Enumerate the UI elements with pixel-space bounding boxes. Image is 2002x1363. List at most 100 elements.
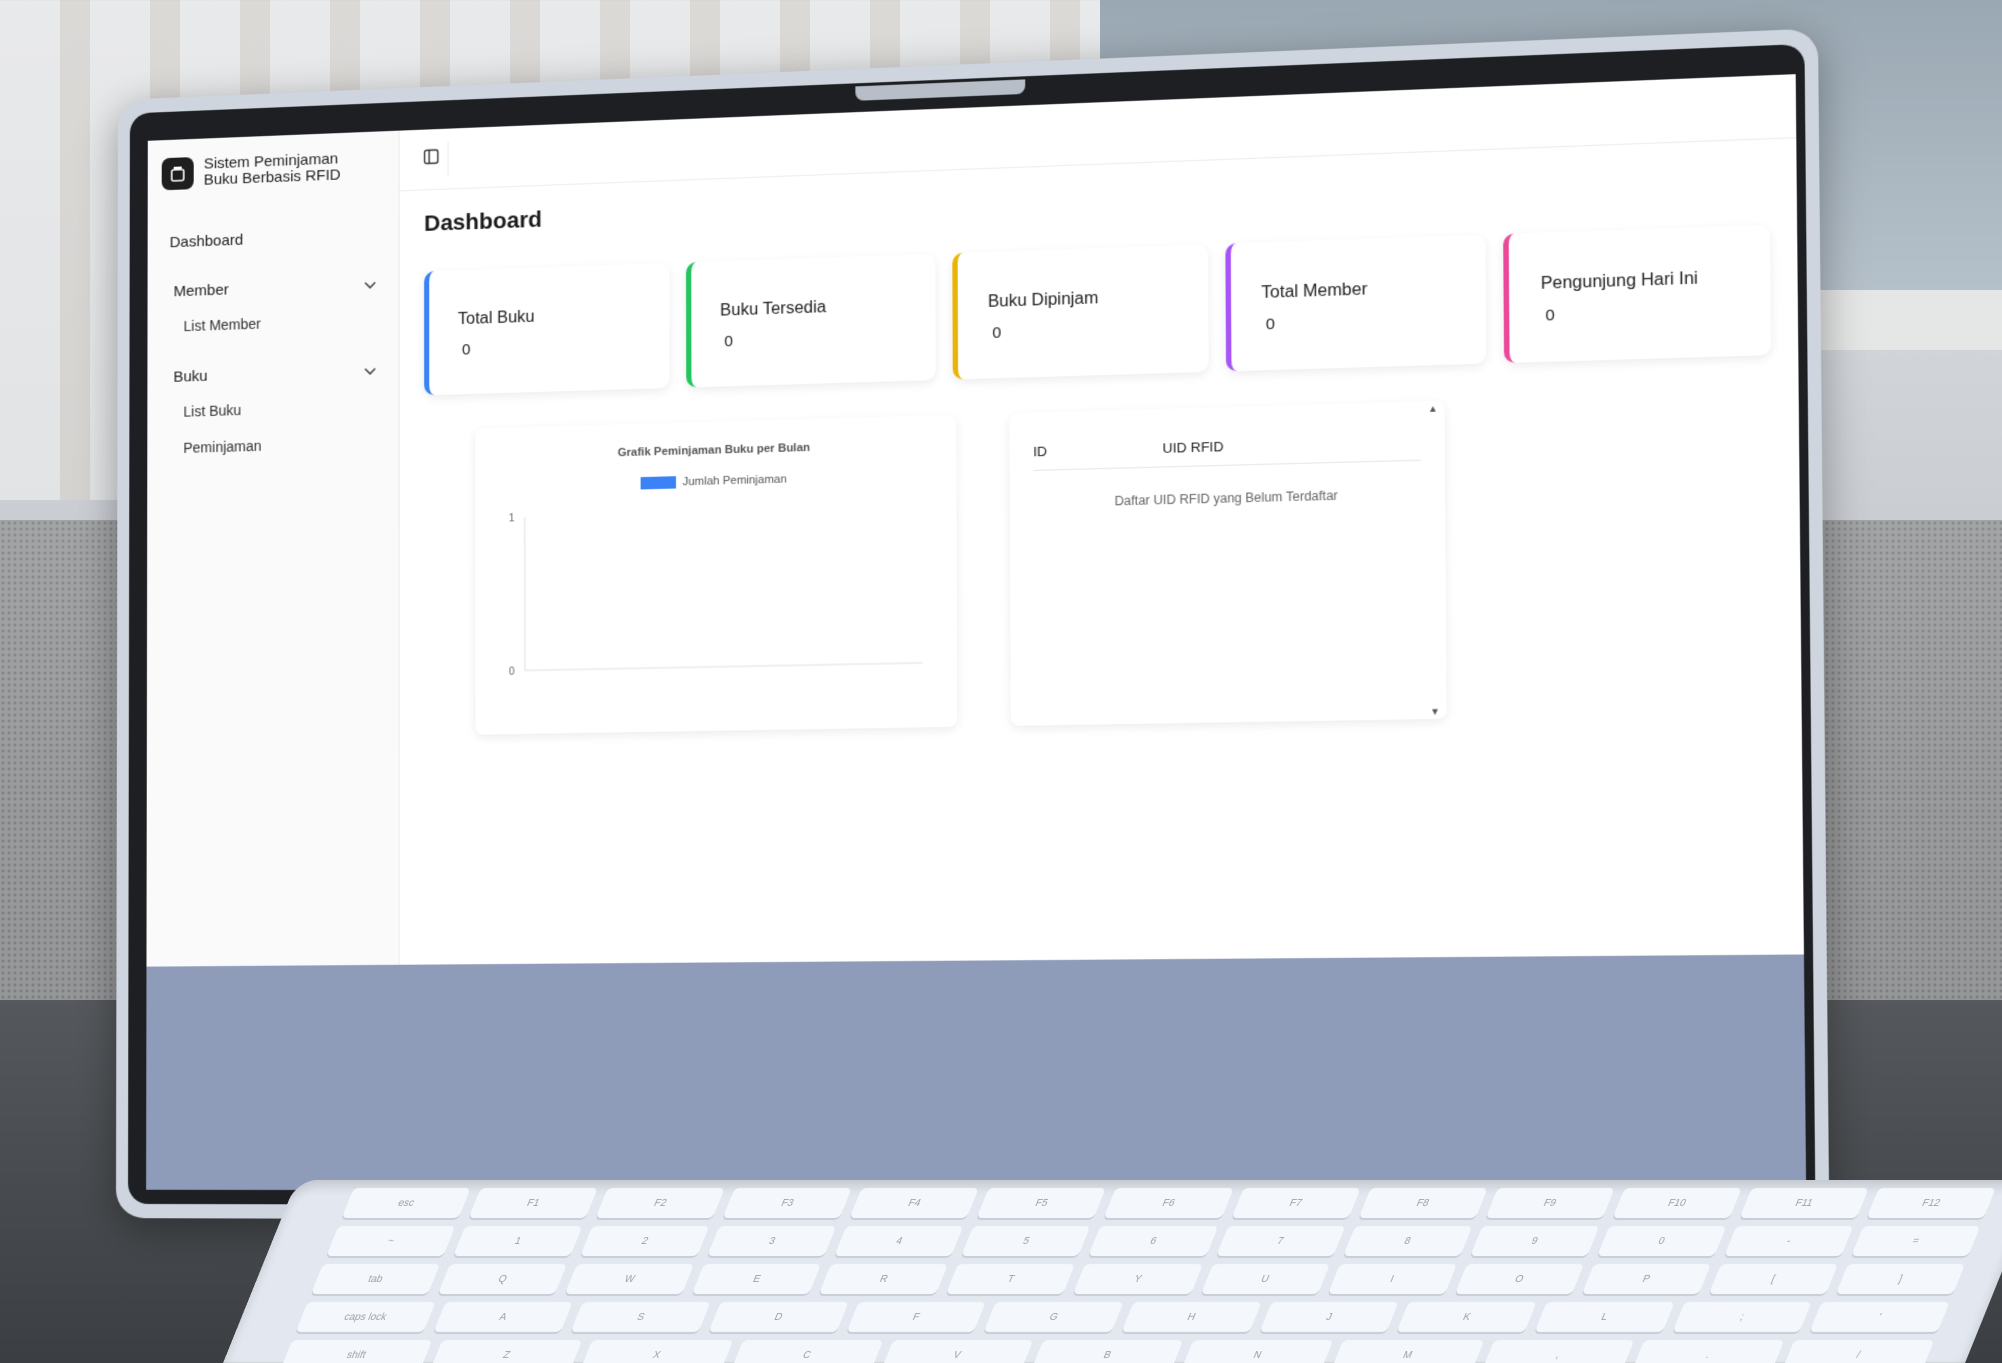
keyboard-key[interactable]: F7 bbox=[1231, 1188, 1361, 1218]
keyboard-key[interactable]: D bbox=[708, 1302, 849, 1332]
keyboard-key[interactable]: H bbox=[1121, 1302, 1262, 1332]
keyboard-key[interactable]: F bbox=[846, 1302, 987, 1332]
keyboard-key[interactable]: ; bbox=[1672, 1302, 1813, 1332]
keyboard-rows: esc F1 F2 F3 F4 F5 F6 F7 F8 F9 F10 F11 F12 ~1 2 3 4 5 6 7 8 9… bbox=[220, 1180, 2002, 1363]
keyboard-key[interactable]: Z bbox=[430, 1340, 583, 1363]
keyboard-key[interactable]: S bbox=[570, 1302, 711, 1332]
keyboard-key[interactable]: F4 bbox=[849, 1188, 980, 1218]
keyboard-key[interactable]: X bbox=[580, 1340, 733, 1363]
table-header: ID UID RFID bbox=[1033, 433, 1421, 471]
stat-cards: Total Buku 0 Buku Tersedia 0 Buku Dipinj… bbox=[424, 224, 1772, 396]
keyboard-key[interactable]: 7 bbox=[1215, 1226, 1346, 1256]
laptop-lid: Sistem Peminjaman Buku Berbasis RFID Das… bbox=[115, 28, 1830, 1223]
keyboard-key[interactable]: 3 bbox=[707, 1226, 837, 1256]
stat-label: Total Buku bbox=[457, 308, 535, 329]
keyboard-key[interactable]: , bbox=[1481, 1340, 1635, 1363]
scroll-up-arrow-icon[interactable]: ▲ bbox=[1428, 403, 1438, 414]
lower-panels: Grafik Peminjaman Buku per Bulan Jumlah … bbox=[424, 392, 1774, 736]
app-title: Sistem Peminjaman Buku Berbasis RFID bbox=[203, 150, 341, 189]
laptop-screen: Sistem Peminjaman Buku Berbasis RFID Das… bbox=[146, 74, 1807, 1193]
stat-label: Buku Tersedia bbox=[720, 298, 827, 320]
laptop-keyboard: esc F1 F2 F3 F4 F5 F6 F7 F8 F9 F10 F11 F12 ~1 2 3 4 5 6 7 8 9… bbox=[223, 1180, 2002, 1363]
keyboard-key[interactable]: T bbox=[946, 1264, 1076, 1294]
keyboard-key[interactable]: W bbox=[565, 1264, 695, 1294]
keyboard-key[interactable]: ' bbox=[1809, 1302, 1950, 1332]
keyboard-key[interactable]: R bbox=[819, 1264, 949, 1294]
stat-label: Buku Dipinjam bbox=[987, 289, 1099, 312]
keyboard-key[interactable]: I bbox=[1327, 1264, 1457, 1294]
keyboard-key[interactable]: F3 bbox=[722, 1188, 853, 1218]
keyboard-row: tab Q W E R T Y U I O P[] bbox=[251, 1256, 2002, 1294]
stat-value: 0 bbox=[724, 332, 734, 351]
keyboard-key[interactable]: [ bbox=[1708, 1264, 1838, 1294]
keyboard-key[interactable]: 8 bbox=[1342, 1226, 1473, 1256]
keyboard-key[interactable]: J bbox=[1259, 1302, 1400, 1332]
keyboard-key[interactable]: C bbox=[730, 1340, 884, 1363]
keyboard-row: ~1 2 3 4 5 6 7 8 9 0- = bbox=[266, 1218, 2002, 1256]
keyboard-key[interactable]: F12 bbox=[1866, 1188, 1996, 1218]
keyboard-key[interactable]: U bbox=[1200, 1264, 1330, 1294]
book-logo-icon bbox=[161, 157, 194, 191]
keyboard-key[interactable]: G bbox=[983, 1302, 1124, 1332]
keyboard-key[interactable]: / bbox=[1782, 1340, 1935, 1363]
column-header-id: ID bbox=[1033, 443, 1048, 460]
keyboard-key[interactable]: V bbox=[880, 1340, 1034, 1363]
keyboard-key[interactable]: F10 bbox=[1612, 1188, 1742, 1218]
keyboard-key[interactable]: F11 bbox=[1739, 1188, 1869, 1218]
keyboard-key[interactable]: 0 bbox=[1597, 1226, 1727, 1256]
keyboard-key[interactable]: 4 bbox=[834, 1226, 964, 1256]
keyboard-key[interactable]: F9 bbox=[1485, 1188, 1615, 1218]
chart-card: Grafik Peminjaman Buku per Bulan Jumlah … bbox=[475, 414, 958, 735]
x-axis-line bbox=[525, 663, 923, 671]
keyboard-key[interactable]: . bbox=[1631, 1340, 1785, 1363]
keyboard-key[interactable]: 9 bbox=[1469, 1226, 1600, 1256]
keyboard-key[interactable]: P bbox=[1581, 1264, 1711, 1294]
keyboard-key[interactable]: F1 bbox=[468, 1188, 598, 1218]
keyboard-key[interactable]: 5 bbox=[961, 1226, 1091, 1256]
keyboard-key[interactable]: F6 bbox=[1104, 1188, 1234, 1218]
stat-card-pengunjung-hari-ini: Pengunjung Hari Ini 0 bbox=[1503, 224, 1772, 364]
sidebar-item-peminjaman[interactable]: Peminjaman bbox=[161, 424, 384, 467]
stat-value: 0 bbox=[461, 341, 471, 359]
keyboard-key[interactable]: A bbox=[433, 1302, 574, 1332]
keyboard-key[interactable]: 2 bbox=[580, 1226, 710, 1256]
uid-rfid-table-card: ▲ ID UID RFID Daftar UID RFID yang Belum… bbox=[1009, 400, 1447, 726]
keyboard-key[interactable]: Y bbox=[1073, 1264, 1203, 1294]
sidebar-group-buku: Buku List Buku Peminjaman bbox=[161, 354, 384, 467]
sidebar-item-list-member[interactable]: List Member bbox=[161, 301, 384, 345]
keyboard-key[interactable]: F8 bbox=[1358, 1188, 1488, 1218]
keyboard-key[interactable]: shift bbox=[280, 1340, 433, 1363]
keyboard-key[interactable]: - bbox=[1724, 1226, 1854, 1256]
keyboard-key[interactable]: ] bbox=[1835, 1264, 1966, 1294]
sidebar-toggle-button[interactable] bbox=[413, 141, 449, 178]
keyboard-key[interactable]: F2 bbox=[595, 1188, 725, 1218]
keyboard-key[interactable]: L bbox=[1534, 1302, 1675, 1332]
keyboard-key[interactable]: B bbox=[1031, 1340, 1184, 1363]
keyboard-key[interactable]: E bbox=[692, 1264, 822, 1294]
keyboard-row: esc F1 F2 F3 F4 F5 F6 F7 F8 F9 F10 F11 F12 bbox=[282, 1180, 2002, 1218]
stat-label: Pengunjung Hari Ini bbox=[1540, 269, 1699, 294]
main-area: Dashboard Total Buku 0 Buku Tersedia 0 B… bbox=[399, 74, 1804, 965]
keyboard-key[interactable]: M bbox=[1331, 1340, 1484, 1363]
y-tick-label: 0 bbox=[509, 666, 515, 677]
stat-label: Total Member bbox=[1261, 280, 1368, 303]
sidebar-item-dashboard[interactable]: Dashboard bbox=[162, 218, 385, 259]
keyboard-key[interactable]: 1 bbox=[453, 1226, 583, 1256]
sidebar-group-label: Buku bbox=[173, 367, 208, 386]
sidebar: Sistem Peminjaman Buku Berbasis RFID Das… bbox=[146, 130, 400, 967]
scroll-down-arrow-icon[interactable]: ▼ bbox=[1430, 706, 1440, 717]
keyboard-key[interactable]: 6 bbox=[1088, 1226, 1218, 1256]
keyboard-key[interactable]: esc bbox=[341, 1188, 471, 1218]
keyboard-key[interactable]: tab bbox=[310, 1264, 441, 1294]
keyboard-key[interactable]: = bbox=[1851, 1226, 1981, 1256]
keyboard-key[interactable]: O bbox=[1454, 1264, 1584, 1294]
keyboard-key[interactable]: F5 bbox=[977, 1188, 1107, 1218]
keyboard-key[interactable]: Q bbox=[437, 1264, 568, 1294]
keyboard-key[interactable]: K bbox=[1396, 1302, 1537, 1332]
keyboard-key[interactable]: caps lock bbox=[295, 1302, 436, 1332]
webcam bbox=[855, 79, 1026, 101]
keyboard-key[interactable]: N bbox=[1181, 1340, 1334, 1363]
keyboard-key[interactable]: ~ bbox=[326, 1226, 456, 1256]
y-tick-label: 1 bbox=[509, 513, 515, 524]
brand[interactable]: Sistem Peminjaman Buku Berbasis RFID bbox=[161, 149, 385, 191]
